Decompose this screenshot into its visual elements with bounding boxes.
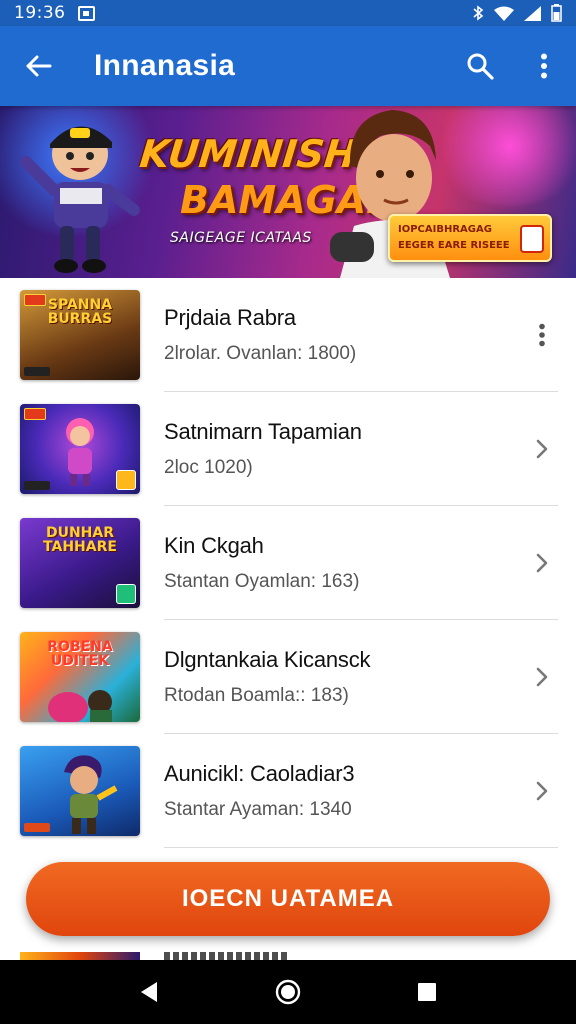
list-item[interactable]: SPANNA BURRAS Prjdaia Rabra 2lrolar. Ova… [0,278,576,392]
wifi-icon [494,6,514,21]
screen: 19:36 Innanasia KUMINISH BAMAGAI SAIGEAG… [0,0,576,1024]
status-icons [472,4,562,22]
primary-action-button[interactable]: IOECN UATAMEA [26,862,550,936]
item-subtitle: 2lrolar. Ovanlan: 1800) [164,343,357,364]
list-item[interactable]: DUNHAR TAHHARE Kin Ckgah Stantan Oyamlan… [0,506,576,620]
thumb-tag [24,481,50,490]
app-bar: Innanasia [0,26,576,106]
thumb-character [66,418,94,486]
banner-title: KUMINISH [137,132,359,176]
promo-icon [520,225,544,253]
item-thumbnail: SPANNA BURRAS [20,290,140,380]
item-text: Aunicikl: Caoladiar3 Stantar Ayaman: 134… [164,734,355,848]
thumb-tag [116,470,136,490]
item-thumbnail [20,952,140,960]
promo-banner[interactable]: KUMINISH BAMAGAI SAIGEAGE ICATAAS IOPCAI… [0,106,576,278]
item-subtitle: Stantar Ayaman: 1340 [164,799,352,820]
item-open-button[interactable] [526,771,558,811]
overflow-menu-button[interactable] [512,26,576,106]
list-item[interactable]: Satnimarn Tapamian 2loc 1020) [0,392,576,506]
item-open-button[interactable] [526,429,558,469]
chevron-right-icon [536,439,548,459]
item-open-button[interactable] [526,657,558,697]
chevron-right-icon [536,667,548,687]
item-title: Dlgntankaia Kicansck [164,647,371,672]
nav-recents-button[interactable] [397,960,457,1024]
item-title: Aunicikl: Caoladiar3 [164,761,355,786]
item-title: Prjdaia Rabra [164,305,296,330]
chevron-right-icon [536,781,548,801]
divider [164,847,558,848]
item-thumbnail: DUNHAR TAHHARE [20,518,140,608]
thumb-character [48,690,112,722]
battery-icon [551,4,562,22]
banner-subtitle: SAIGEAGE ICATAAS [170,230,312,246]
item-menu-button[interactable] [526,315,558,355]
thumb-label: SPANNA BURRAS [47,297,113,327]
system-nav-bar [0,960,576,1024]
item-title: Satnimarn Tapamian [164,419,362,444]
item-title: Kin Ckgah [164,533,264,558]
page-title: Innanasia [94,49,236,82]
banner-character-left [20,126,140,273]
app-bar-actions [448,26,576,106]
item-subtitle: 2loc 1020) [164,457,253,478]
thumb-badge [24,408,46,420]
item-thumbnail [20,746,140,836]
item-thumbnail [20,404,140,494]
item-text: Satnimarn Tapamian 2loc 1020) [164,392,362,506]
search-icon [467,53,494,80]
list-item-partial[interactable] [0,940,576,960]
nav-recents-icon [417,983,436,1001]
arrow-left-icon [26,55,52,77]
item-subtitle: Rtodan Boamla:: 183) [164,685,349,706]
banner-promo-badge[interactable]: IOPCAIBHRAGAG EEGER EARE RISEEE [388,214,552,262]
thumb-character [64,755,118,834]
item-open-button[interactable] [526,543,558,583]
search-button[interactable] [448,26,512,106]
nav-home-button[interactable] [258,960,318,1024]
status-bar: 19:36 [0,0,576,26]
thumb-tag [24,367,50,376]
nav-home-icon [275,979,301,1005]
item-text: Dlgntankaia Kicansck Rtodan Boamla:: 183… [164,620,371,734]
item-text: Prjdaia Rabra 2lrolar. Ovanlan: 1800) [164,278,356,392]
item-thumbnail: ROBENA UDITEK [20,632,140,722]
list-item[interactable]: ROBENA UDITEK Dlgntankaia Kicansck Rtoda… [0,620,576,734]
signal-icon [524,5,541,21]
item-subtitle: Stantan Oyamlan: 163) [164,571,360,592]
game-list: SPANNA BURRAS Prjdaia Rabra 2lrolar. Ova… [0,278,576,848]
nav-back-button[interactable] [119,960,179,1024]
thumb-tag [116,584,136,604]
nav-back-icon [141,982,158,1002]
more-vert-icon [541,53,547,79]
status-time: 19:36 [14,3,66,23]
item-title [164,952,288,960]
promo-text-line-1: IOPCAIBHRAGAG [398,224,492,235]
bluetooth-icon [473,5,484,21]
promo-text-line-2: EEGER EARE RISEEE [398,240,510,251]
list-item[interactable]: Aunicikl: Caoladiar3 Stantar Ayaman: 134… [0,734,576,848]
notification-icon [77,5,95,21]
more-vert-icon [539,323,545,347]
thumb-tag [24,823,50,832]
chevron-right-icon [536,553,548,573]
item-text: Kin Ckgah Stantan Oyamlan: 163) [164,506,359,620]
back-button[interactable] [0,26,76,106]
thumb-label: ROBENA UDITEK [47,639,113,669]
thumb-label: DUNHAR TAHHARE [43,525,117,555]
